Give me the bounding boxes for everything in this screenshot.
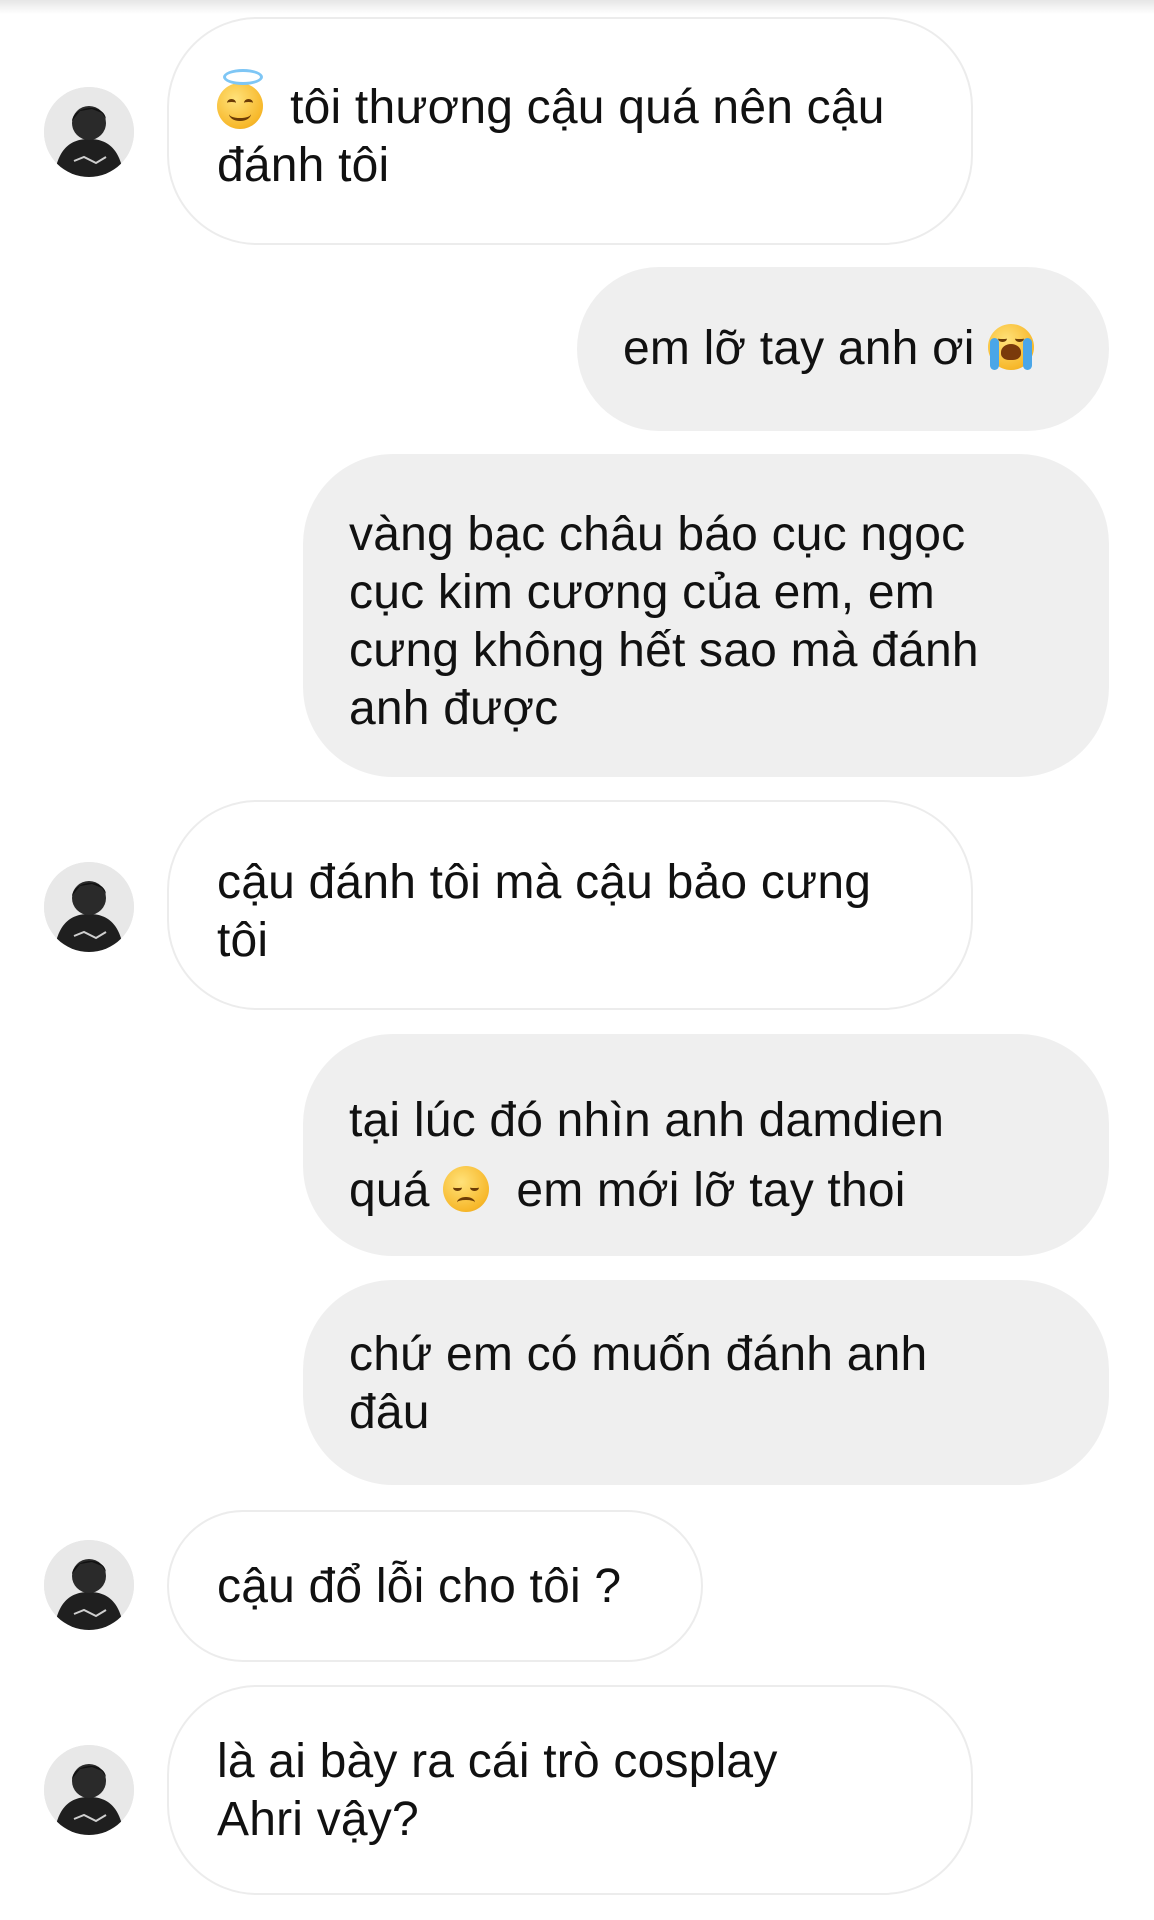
message-text: em lỡ tay anh ơi: [623, 320, 1069, 378]
message-line: em lỡ tay anh ơi: [623, 322, 975, 375]
avatar[interactable]: [44, 1745, 134, 1835]
message-line: là ai bày ra cái trò cosplay: [217, 1735, 778, 1788]
disappointed-face-icon: [443, 1166, 490, 1212]
message-text: tôi thương cậu quá nên cậu đánh tôi: [217, 69, 931, 195]
message-line: tại lúc đó nhìn anh damdien: [349, 1094, 945, 1147]
message-bubble-outgoing[interactable]: tại lúc đó nhìn anh damdien quá em mới l…: [303, 1034, 1109, 1256]
user-avatar-icon: [44, 87, 134, 177]
message-line: anh được: [349, 682, 559, 735]
message-bubble-incoming[interactable]: là ai bày ra cái trò cosplay Ahri vậy?: [167, 1685, 973, 1895]
message-line: tôi thương cậu quá nên cậu: [290, 81, 885, 134]
loudly-crying-face-icon: [988, 324, 1035, 370]
message-line: cưng không hết sao mà đánh: [349, 624, 979, 677]
message-bubble-incoming[interactable]: cậu đánh tôi mà cậu bảo cưng tôi: [167, 800, 973, 1010]
user-avatar-icon: [44, 1745, 134, 1835]
message-line: đâu: [349, 1386, 430, 1439]
message-line: đánh tôi: [217, 139, 390, 192]
message-line: tôi: [217, 914, 269, 967]
message-text: chứ em có muốn đánh anh đâu: [349, 1326, 1069, 1442]
message-line: cậu đổ lỗi cho tôi ?: [217, 1560, 622, 1613]
avatar[interactable]: [44, 87, 134, 177]
message-line: vàng bạc châu báo cục ngọc: [349, 508, 966, 561]
user-avatar-icon: [44, 1540, 134, 1630]
smiling-face-with-halo-icon: [217, 69, 263, 129]
message-text: tại lúc đó nhìn anh damdien quá em mới l…: [349, 1086, 1069, 1226]
avatar[interactable]: [44, 1540, 134, 1630]
top-edge-shadow: [0, 0, 1154, 14]
avatar[interactable]: [44, 862, 134, 952]
message-bubble-outgoing[interactable]: chứ em có muốn đánh anh đâu: [303, 1280, 1109, 1485]
message-text: là ai bày ra cái trò cosplay Ahri vậy?: [217, 1733, 931, 1849]
message-line: quá: [349, 1164, 430, 1217]
message-bubble-outgoing[interactable]: em lỡ tay anh ơi: [577, 267, 1109, 431]
message-line: chứ em có muốn đánh anh: [349, 1328, 928, 1381]
message-bubble-incoming[interactable]: cậu đổ lỗi cho tôi ?: [167, 1510, 703, 1662]
user-avatar-icon: [44, 862, 134, 952]
message-text: vàng bạc châu báo cục ngọc cục kim cương…: [349, 506, 1069, 738]
message-text: cậu đổ lỗi cho tôi ?: [217, 1558, 661, 1616]
message-text: cậu đánh tôi mà cậu bảo cưng tôi: [217, 854, 931, 970]
message-line: em mới lỡ tay thoi: [516, 1164, 906, 1217]
message-bubble-incoming[interactable]: tôi thương cậu quá nên cậu đánh tôi: [167, 17, 973, 245]
message-line: Ahri vậy?: [217, 1793, 419, 1846]
message-line: cậu đánh tôi mà cậu bảo cưng: [217, 856, 872, 909]
message-bubble-outgoing[interactable]: vàng bạc châu báo cục ngọc cục kim cương…: [303, 454, 1109, 777]
message-line: cục kim cương của em, em: [349, 566, 935, 619]
